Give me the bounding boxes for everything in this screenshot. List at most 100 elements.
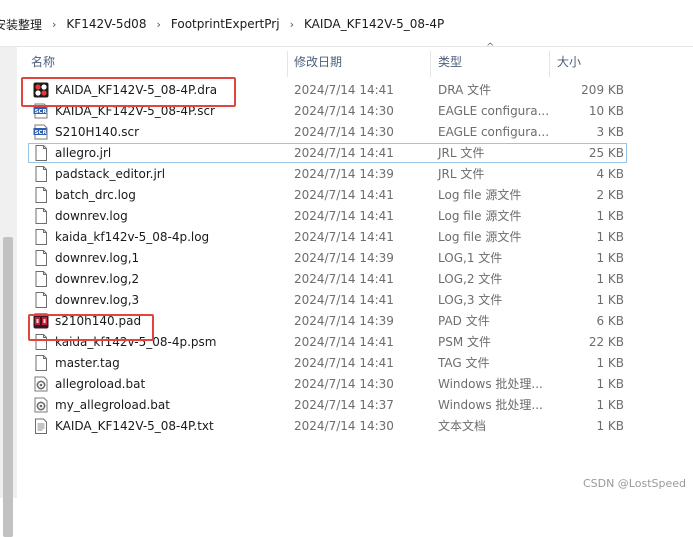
file-row[interactable]: padstack_editor.jrl 2024/7/14 14:39 JRL 文件… (17, 164, 693, 185)
file-row[interactable]: KAIDA_KF142V-5_08-4P.txt 2024/7/14 14:30 文… (17, 416, 693, 437)
chevron-right-icon[interactable]: › (288, 18, 296, 31)
file-modified-date: 2024/7/14 14:30 (294, 125, 394, 139)
file-size: 1 KB (596, 251, 624, 265)
file-type: JRL 文件 (438, 146, 485, 160)
highlight-box (28, 314, 154, 341)
chevron-right-icon[interactable]: › (50, 18, 58, 31)
file-name: downrev.log,3 (55, 293, 140, 307)
column-header-name[interactable]: 名称 (31, 47, 55, 79)
file-modified-date: 2024/7/14 14:41 (294, 146, 394, 160)
generic-file-icon (33, 271, 49, 288)
file-row[interactable]: allegro.jrl 2024/7/14 14:41 JRL 文件 25 KB (17, 143, 693, 164)
breadcrumb-item[interactable]: FootprintExpertPrj (163, 17, 288, 31)
file-row[interactable]: allegroload.bat 2024/7/14 14:30 Windows 批处… (17, 374, 693, 395)
file-size: 1 KB (596, 419, 624, 433)
file-modified-date: 2024/7/14 14:30 (294, 377, 394, 391)
file-modified-date: 2024/7/14 14:41 (294, 188, 394, 202)
file-type: LOG,3 文件 (438, 293, 503, 307)
navigation-pane-scrollbar[interactable] (0, 47, 17, 537)
file-size: 1 KB (596, 209, 624, 223)
file-type: EAGLE configura... (438, 104, 550, 118)
file-modified-date: 2024/7/14 14:39 (294, 314, 394, 328)
file-type: LOG,2 文件 (438, 272, 503, 286)
file-row[interactable]: my_allegroload.bat 2024/7/14 14:37 Windows… (17, 395, 693, 416)
file-type: Log file 源文件 (438, 209, 522, 223)
breadcrumb-item[interactable]: KAIDA_KF142V-5_08-4P (296, 17, 452, 31)
file-type: JRL 文件 (438, 167, 485, 181)
file-name: downrev.log,2 (55, 272, 140, 286)
file-modified-date: 2024/7/14 14:41 (294, 209, 394, 223)
file-modified-date: 2024/7/14 14:30 (294, 104, 394, 118)
breadcrumb-item[interactable]: 安装整理 (0, 16, 50, 33)
file-modified-date: 2024/7/14 14:39 (294, 251, 394, 265)
generic-file-icon (33, 187, 49, 204)
file-type: Windows 批处理... (438, 398, 543, 412)
file-type: PAD 文件 (438, 314, 490, 328)
file-name: downrev.log (55, 209, 128, 223)
file-modified-date: 2024/7/14 14:41 (294, 272, 394, 286)
column-header-size[interactable]: 大小 (557, 47, 581, 79)
column-divider[interactable] (287, 51, 288, 77)
file-type: TAG 文件 (438, 356, 490, 370)
file-size: 25 KB (588, 146, 624, 160)
bat-file-icon (33, 376, 49, 393)
file-name: S210H140.scr (55, 125, 140, 139)
file-row[interactable]: downrev.log,1 2024/7/14 14:39 LOG,1 文件 1 KB (17, 248, 693, 269)
column-header: 名称 修改日期 类型 大小 (17, 47, 693, 79)
file-name: padstack_editor.jrl (55, 167, 166, 181)
file-type: Log file 源文件 (438, 230, 522, 244)
scrollbar-thumb[interactable] (3, 237, 13, 537)
file-type: EAGLE configura... (438, 125, 550, 139)
file-size: 6 KB (596, 314, 624, 328)
file-size: 4 KB (596, 167, 624, 181)
file-row[interactable]: batch_drc.log 2024/7/14 14:41 Log file 源文件… (17, 185, 693, 206)
highlight-box (21, 77, 236, 107)
address-bar[interactable]: 安装整理 › KF142V-5d08 › FootprintExpertPrj … (0, 0, 693, 47)
generic-file-icon (33, 145, 49, 162)
file-row[interactable]: downrev.log,2 2024/7/14 14:41 LOG,2 文件 1 KB (17, 269, 693, 290)
file-type: LOG,1 文件 (438, 251, 503, 265)
file-modified-date: 2024/7/14 14:41 (294, 230, 394, 244)
column-header-date[interactable]: 修改日期 (294, 47, 342, 79)
watermark: CSDN @LostSpeed (582, 477, 686, 490)
file-name: allegroload.bat (55, 377, 146, 391)
column-divider[interactable] (430, 51, 431, 77)
file-size: 1 KB (596, 377, 624, 391)
column-header-type[interactable]: 类型 (438, 47, 462, 79)
generic-file-icon (33, 355, 49, 372)
file-size: 209 KB (581, 83, 624, 97)
breadcrumb-item[interactable]: KF142V-5d08 (58, 17, 154, 31)
file-type: Windows 批处理... (438, 377, 543, 391)
file-modified-date: 2024/7/14 14:41 (294, 293, 394, 307)
file-row[interactable]: master.tag 2024/7/14 14:41 TAG 文件 1 KB (17, 353, 693, 374)
svg-text:SCR: SCR (35, 109, 48, 115)
file-name: downrev.log,1 (55, 251, 140, 265)
file-size: 10 KB (588, 104, 624, 118)
file-size: 2 KB (596, 188, 624, 202)
chevron-right-icon[interactable]: › (154, 18, 162, 31)
file-size: 1 KB (596, 398, 624, 412)
file-name: my_allegroload.bat (55, 398, 170, 412)
file-list: KAIDA_KF142V-5_08-4P.dra 2024/7/14 14:41 D… (17, 80, 693, 437)
file-row[interactable]: SCR S210H140.scr 2024/7/14 14:30 EAGLE conf… (17, 122, 693, 143)
file-name: KAIDA_KF142V-5_08-4P.txt (55, 419, 214, 433)
file-name: allegro.jrl (55, 146, 112, 160)
sort-ascending-icon: ^ (486, 42, 495, 53)
column-divider[interactable] (549, 51, 550, 77)
file-modified-date: 2024/7/14 14:30 (294, 419, 394, 433)
file-name: batch_drc.log (55, 188, 136, 202)
file-row[interactable]: downrev.log 2024/7/14 14:41 Log file 源文件 1 … (17, 206, 693, 227)
file-size: 1 KB (596, 272, 624, 286)
file-size: 3 KB (596, 125, 624, 139)
file-row[interactable]: downrev.log,3 2024/7/14 14:41 LOG,3 文件 1 KB (17, 290, 693, 311)
file-name: kaida_kf142v-5_08-4p.log (55, 230, 210, 244)
file-size: 1 KB (596, 356, 624, 370)
scr-file-icon: SCR (33, 124, 49, 141)
file-row[interactable]: kaida_kf142v-5_08-4p.log 2024/7/14 14:41 L… (17, 227, 693, 248)
file-modified-date: 2024/7/14 14:41 (294, 83, 394, 97)
bat-file-icon (33, 397, 49, 414)
generic-file-icon (33, 229, 49, 246)
svg-text:SCR: SCR (35, 130, 48, 136)
file-size: 1 KB (596, 293, 624, 307)
file-modified-date: 2024/7/14 14:37 (294, 398, 394, 412)
